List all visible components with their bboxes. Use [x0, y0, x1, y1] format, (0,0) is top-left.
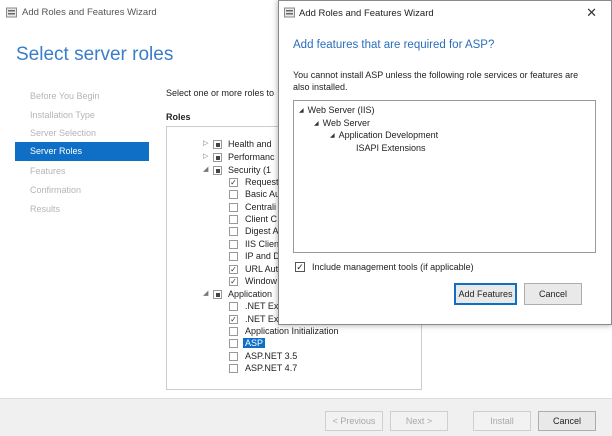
collapse-icon[interactable]: ◢	[203, 289, 208, 297]
role-checkbox[interactable]	[229, 227, 238, 236]
expand-icon[interactable]: ▷	[203, 152, 208, 160]
role-label: Health and	[228, 139, 272, 149]
tree-node-isapi-extensions[interactable]: ISAPI Extensions	[356, 143, 426, 153]
collapse-icon[interactable]: ◢	[330, 133, 335, 139]
role-label: Application	[228, 289, 273, 299]
expand-icon[interactable]: ▷	[203, 139, 208, 147]
dialog-message: You cannot install ASP unless the follow…	[293, 70, 579, 92]
role-checkbox[interactable]	[213, 166, 222, 175]
nav-item-installation-type[interactable]: Installation Type	[30, 110, 95, 120]
add-features-button[interactable]: Add Features	[454, 283, 517, 305]
previous-button[interactable]: < Previous	[325, 411, 383, 431]
tree-node-application-development[interactable]: ◢ Application Development	[330, 130, 438, 140]
install-button[interactable]: Install	[473, 411, 531, 431]
role-label: Digest A	[245, 226, 279, 236]
nav-item-server-selection[interactable]: Server Selection	[30, 128, 96, 138]
server-manager-icon	[6, 7, 17, 18]
role-checkbox[interactable]	[229, 339, 238, 348]
role-label: Basic Au	[245, 189, 281, 199]
role-checkbox[interactable]: ✓	[229, 265, 238, 274]
role-checkbox[interactable]	[229, 302, 238, 311]
nav-item-label: Server Roles	[30, 146, 83, 156]
role-label-selected: ASP	[243, 338, 266, 348]
include-tools-label[interactable]: Include management tools (if applicable)	[312, 262, 474, 272]
role-label: Centrali	[245, 202, 277, 212]
tree-node-label: Application Development	[338, 130, 439, 140]
intro-text: Select one or more roles to	[166, 88, 275, 98]
nav-item-confirmation[interactable]: Confirmation	[30, 185, 81, 195]
nav-item-features[interactable]: Features	[30, 166, 66, 176]
role-label: Security (1	[228, 165, 272, 175]
tree-node-web-server[interactable]: ◢ Web Server	[314, 118, 370, 128]
close-icon[interactable]: ✕	[586, 5, 597, 21]
main-window-title: Add Roles and Features Wizard	[22, 7, 157, 18]
required-features-tree[interactable]: ◢ Web Server (IIS) ◢ Web Server ◢ Applicati…	[293, 100, 596, 253]
cancel-button[interactable]: Cancel	[538, 411, 596, 431]
add-features-dialog: Add Roles and Features Wizard ✕ Add feat…	[278, 0, 612, 325]
role-checkbox[interactable]: ✓	[229, 178, 238, 187]
role-checkbox[interactable]	[213, 290, 222, 299]
role-checkbox[interactable]	[213, 140, 222, 149]
role-checkbox[interactable]	[213, 153, 222, 162]
tree-node-label: Web Server	[322, 118, 370, 128]
roles-header: Roles	[166, 112, 191, 122]
next-button[interactable]: Next >	[390, 411, 448, 431]
page-title: Select server roles	[16, 44, 174, 65]
nav-item-results[interactable]: Results	[30, 204, 60, 214]
role-label: .NET Ex	[245, 301, 279, 311]
role-label: ASP.NET 3.5	[245, 351, 298, 361]
role-checkbox[interactable]	[229, 203, 238, 212]
role-label: Performanc	[228, 152, 275, 162]
nav-item-server-roles[interactable]: Server Roles	[15, 142, 149, 161]
role-checkbox[interactable]	[229, 364, 238, 373]
role-label: Application Initialization	[245, 326, 339, 336]
collapse-icon[interactable]: ◢	[299, 108, 304, 114]
role-label: URL Aut	[245, 264, 279, 274]
dialog-title: Add Roles and Features Wizard	[299, 8, 434, 19]
role-checkbox[interactable]: ✓	[229, 277, 238, 286]
include-tools-checkbox[interactable]: ✓	[295, 262, 305, 272]
role-checkbox[interactable]: ✓	[229, 315, 238, 324]
wizard-footer: < Previous Next > Install Cancel	[0, 398, 612, 436]
tree-node-web-server-iis[interactable]: ◢ Web Server (IIS)	[299, 105, 374, 115]
server-manager-icon	[284, 7, 295, 18]
tree-node-label: Web Server (IIS)	[307, 105, 375, 115]
role-checkbox[interactable]	[229, 327, 238, 336]
role-label: ASP.NET 4.7	[245, 363, 298, 373]
role-label: Window	[245, 276, 278, 286]
role-checkbox[interactable]	[229, 352, 238, 361]
role-label: Client C	[245, 214, 278, 224]
dialog-cancel-button[interactable]: Cancel	[524, 283, 582, 305]
collapse-icon[interactable]: ◢	[203, 165, 208, 173]
dialog-heading: Add features that are required for ASP?	[293, 39, 495, 51]
role-checkbox[interactable]	[229, 240, 238, 249]
collapse-icon[interactable]: ◢	[314, 121, 319, 127]
role-label: IP and D	[245, 251, 280, 261]
role-checkbox[interactable]	[229, 252, 238, 261]
role-checkbox[interactable]	[229, 190, 238, 199]
role-label: .NET Ex	[245, 314, 279, 324]
role-label: Request	[245, 177, 279, 187]
role-checkbox[interactable]	[229, 215, 238, 224]
role-label: IIS Clien	[245, 239, 280, 249]
nav-item-before-you-begin[interactable]: Before You Begin	[30, 91, 100, 101]
